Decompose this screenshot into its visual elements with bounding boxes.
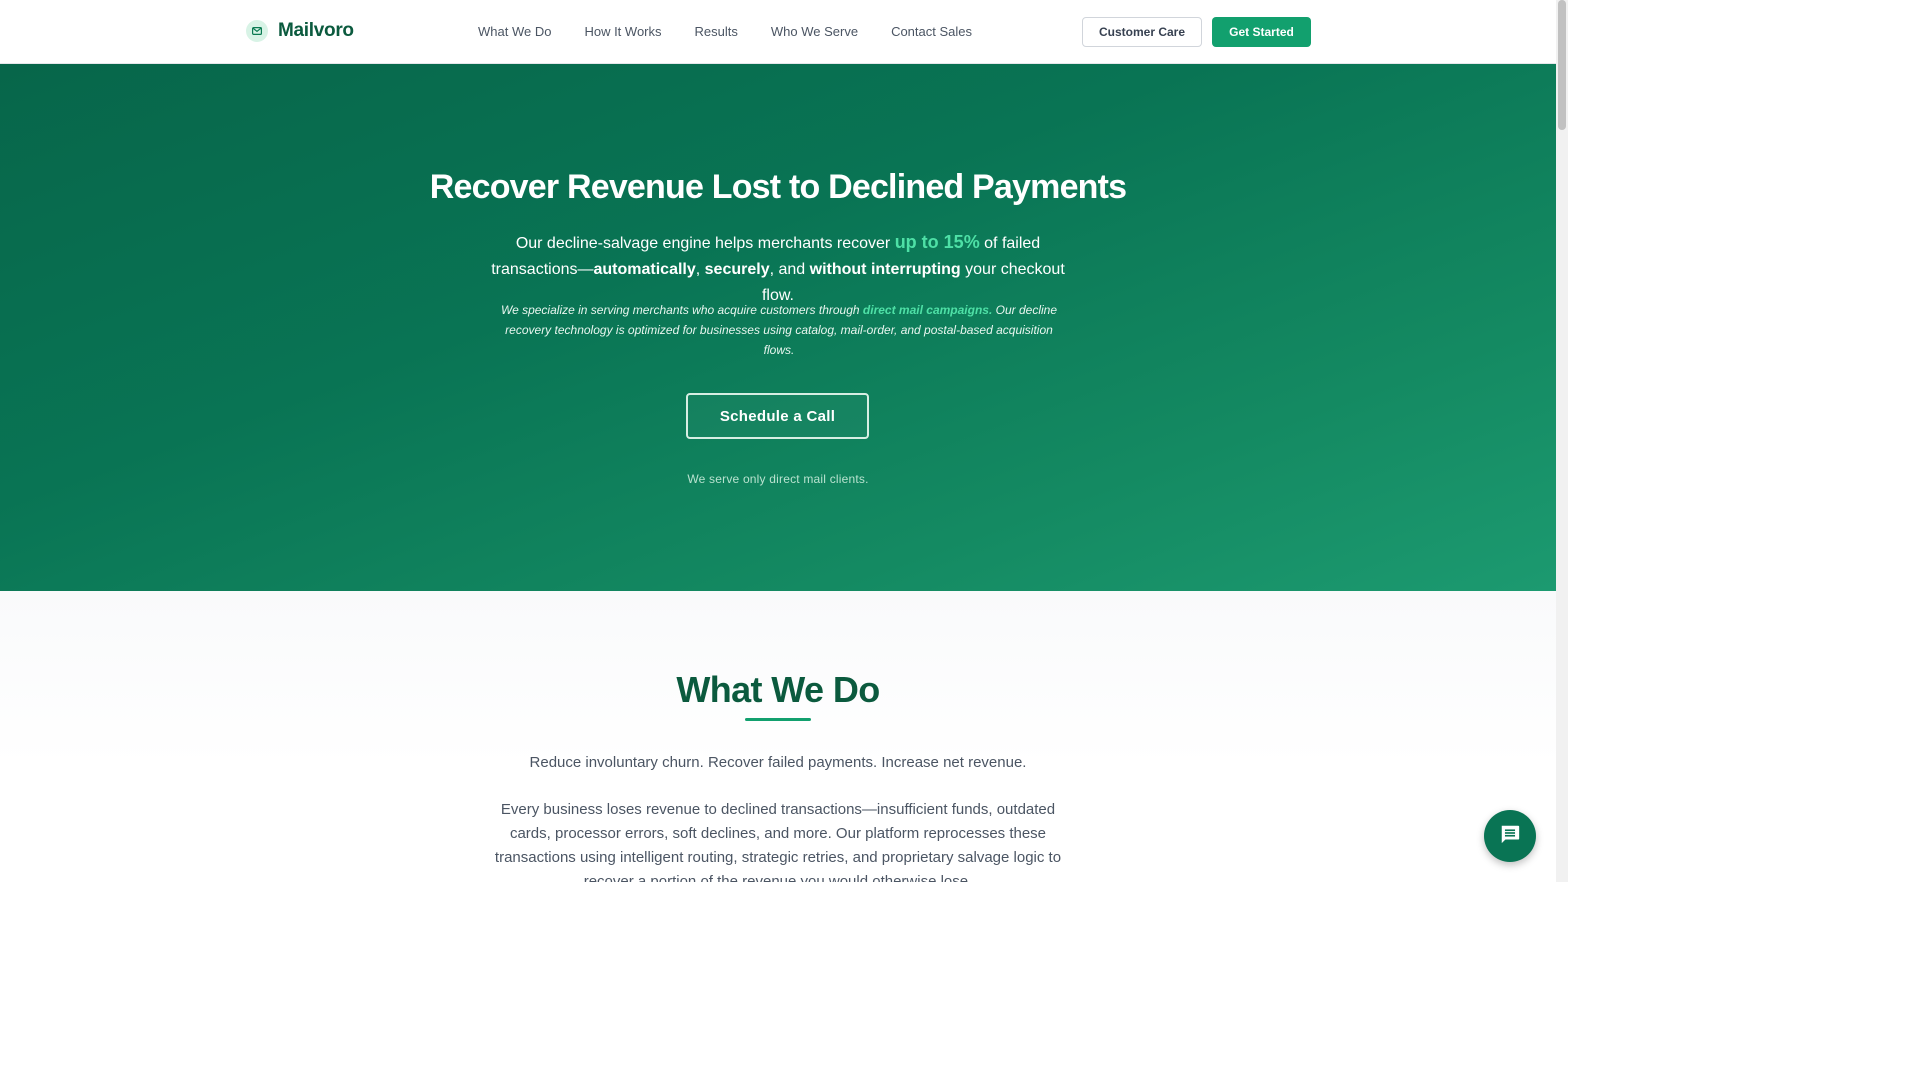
scrollbar-thumb[interactable] bbox=[1558, 0, 1566, 130]
nav-link-results[interactable]: Results bbox=[695, 24, 738, 39]
customer-care-button[interactable]: Customer Care bbox=[1082, 17, 1202, 47]
mail-icon bbox=[246, 20, 268, 42]
section-body: Every business loses revenue to declined… bbox=[494, 801, 1062, 882]
chat-button[interactable] bbox=[1484, 810, 1536, 862]
hero-subtitle: Our decline-salvage engine helps merchan… bbox=[488, 229, 1068, 309]
hero-specialization-note: We specialize in serving merchants who a… bbox=[496, 300, 1062, 360]
hero-bold-without-interrupting: without interrupting bbox=[809, 261, 961, 278]
hero-italic-text: We specialize in serving merchants who a… bbox=[500, 303, 863, 317]
hero-section: Recover Revenue Lost to Declined Payment… bbox=[0, 64, 1556, 591]
section-title: What We Do bbox=[676, 669, 880, 710]
hero-subtitle-text: , and bbox=[769, 261, 810, 278]
hero-italic-highlight: direct mail campaigns. bbox=[862, 303, 993, 317]
top-navigation: Mailvoro What We Do How It Works Results… bbox=[0, 0, 1556, 64]
hero-footnote: We serve only direct mail clients. bbox=[687, 472, 869, 486]
hero-subtitle-text: , bbox=[695, 261, 705, 278]
what-we-do-section: What We Do Reduce involuntary churn. Rec… bbox=[0, 591, 1556, 882]
hero-title: Recover Revenue Lost to Declined Payment… bbox=[429, 168, 1127, 206]
hero-bold-automatically: automatically bbox=[593, 261, 696, 278]
nav-links: What We Do How It Works Results Who We S… bbox=[478, 24, 1005, 39]
section-tagline: Reduce involuntary churn. Recover failed… bbox=[529, 754, 1027, 771]
hero-subtitle-text: Our decline-salvage engine helps merchan… bbox=[515, 235, 895, 252]
nav-link-who-we-serve[interactable]: Who We Serve bbox=[771, 24, 858, 39]
section-underline bbox=[745, 718, 811, 721]
nav-link-what-we-do[interactable]: What We Do bbox=[478, 24, 551, 39]
page: Mailvoro What We Do How It Works Results… bbox=[0, 0, 1556, 882]
page-scrollbar[interactable] bbox=[1556, 0, 1568, 882]
hero-highlight-percent: up to 15% bbox=[894, 232, 980, 252]
nav-link-contact-sales[interactable]: Contact Sales bbox=[891, 24, 972, 39]
chat-bubble-icon bbox=[1499, 823, 1521, 850]
get-started-button[interactable]: Get Started bbox=[1212, 17, 1311, 47]
brand-logo[interactable]: Mailvoro bbox=[246, 20, 354, 42]
schedule-call-button[interactable]: Schedule a Call bbox=[686, 393, 869, 439]
brand-name: Mailvoro bbox=[278, 20, 354, 41]
hero-bold-securely: securely bbox=[704, 261, 770, 278]
nav-link-how-it-works[interactable]: How It Works bbox=[584, 24, 661, 39]
